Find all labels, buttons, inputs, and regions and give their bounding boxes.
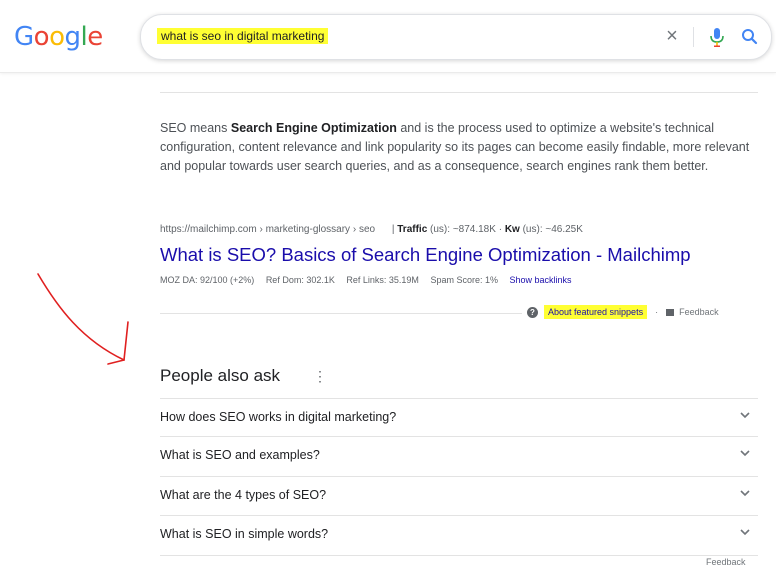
search-input[interactable]: what is seo in digital marketing <box>157 28 329 44</box>
snippet-citation: https://mailchimp.com › marketing-glossa… <box>160 224 583 235</box>
more-options-icon[interactable]: ⋮ <box>313 368 327 385</box>
snippet-text-bold: Search Engine Optimization <box>230 121 397 135</box>
feedback-icon[interactable] <box>666 308 675 316</box>
logo-letter: e <box>87 22 103 52</box>
snippet-top-divider <box>160 92 758 93</box>
paa-question-text: What is SEO and examples? <box>160 448 320 462</box>
metric-spam-score: Spam Score: 1% <box>430 275 498 285</box>
metric-ref-links: Ref Links: 35.19M <box>346 275 419 285</box>
paa-question-text: What are the 4 types of SEO? <box>160 488 327 502</box>
chevron-down-icon[interactable] <box>738 446 752 460</box>
kw-value: (us): ~46.25K <box>519 224 583 235</box>
logo-letter: l <box>80 22 88 52</box>
search-icon[interactable] <box>739 26 761 48</box>
result-title-link[interactable]: What is SEO? Basics of Search Engine Opt… <box>160 244 691 266</box>
chevron-down-icon[interactable] <box>738 525 752 539</box>
search-header: Google what is seo in digital marketing … <box>0 0 776 73</box>
logo-letter: o <box>49 22 65 52</box>
help-icon[interactable]: ? <box>527 306 538 318</box>
snippet-bottom-divider <box>160 313 522 314</box>
paa-question-text: How does SEO works in digital marketing? <box>160 410 397 424</box>
kw-label: Kw <box>504 224 520 235</box>
separator-dot: · <box>655 307 659 317</box>
annotation-arrow-icon <box>20 268 140 378</box>
paa-question[interactable]: How does SEO works in digital marketing? <box>160 398 758 436</box>
traffic-value: (us): ~874.18K · <box>427 224 505 235</box>
traffic-label: Traffic <box>397 224 428 235</box>
chevron-down-icon[interactable] <box>738 408 752 422</box>
featured-snippet-text: SEO means Search Engine Optimization and… <box>160 119 758 176</box>
show-backlinks-link[interactable]: Show backlinks <box>509 275 571 285</box>
cite-url[interactable]: https://mailchimp.com › marketing-glossa… <box>160 224 375 235</box>
microphone-icon[interactable] <box>706 25 728 49</box>
snippet-footer: ? About featured snippets · Feedback <box>527 305 719 319</box>
google-logo[interactable]: Google <box>14 22 103 52</box>
people-also-ask-title: People also ask <box>160 366 281 385</box>
paa-question[interactable]: What is SEO in simple words? <box>160 515 758 553</box>
paa-feedback-link[interactable]: Feedback <box>706 557 746 567</box>
metric-ref-dom: Ref Dom: 302.1K <box>265 275 335 285</box>
chevron-down-icon[interactable] <box>738 486 752 500</box>
snippet-text-pre: SEO means <box>160 121 231 135</box>
search-box[interactable]: what is seo in digital marketing × <box>140 14 772 60</box>
traffic-stats: | Traffic (us): ~874.18K · Kw (us): ~46.… <box>391 224 583 235</box>
logo-letter: o <box>33 22 50 52</box>
clear-icon[interactable]: × <box>661 25 683 47</box>
metric-moz-da: MOZ DA: 92/100 (+2%) <box>160 275 255 285</box>
paa-question[interactable]: What is SEO and examples? <box>160 436 758 474</box>
logo-letter: G <box>14 22 34 52</box>
feedback-link[interactable]: Feedback <box>679 307 719 317</box>
seo-metrics-bar: MOZ DA: 92/100 (+2%) Ref Dom: 302.1K Ref… <box>160 275 581 285</box>
search-divider <box>693 27 694 47</box>
about-featured-snippets-link[interactable]: About featured snippets <box>544 305 648 319</box>
paa-question-text: What is SEO in simple words? <box>160 527 329 541</box>
paa-question[interactable]: What are the 4 types of SEO? <box>160 476 758 514</box>
paa-bottom-divider <box>160 555 758 556</box>
logo-letter: g <box>64 22 82 52</box>
